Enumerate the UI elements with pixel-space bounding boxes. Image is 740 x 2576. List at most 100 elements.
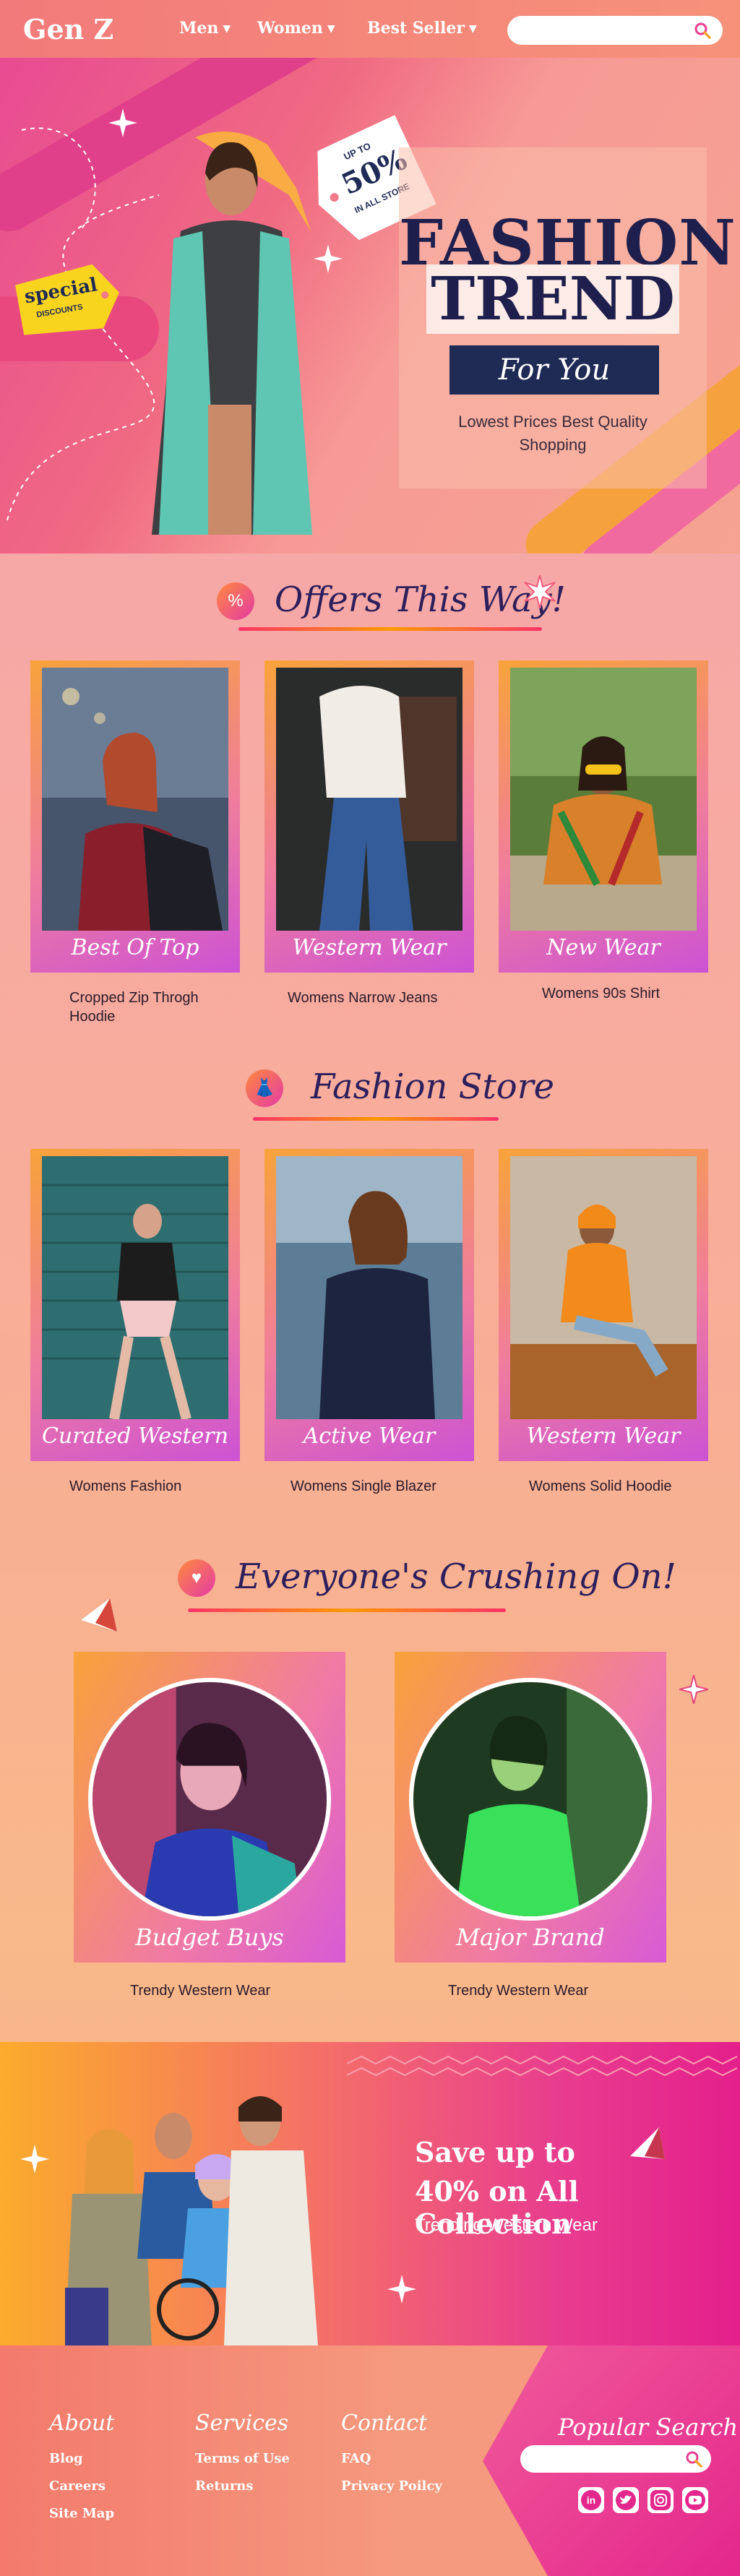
percent-icon: % (217, 582, 254, 620)
store-section-header: 👗 Fashion Store (0, 1067, 740, 1121)
promo-banner: Save up to 40% on All Collection Trendin… (0, 2042, 740, 2345)
search-icon[interactable] (685, 2450, 702, 2468)
search-input[interactable] (519, 22, 685, 39)
card-caption: Cropped Zip Throgh Hoodie (69, 988, 199, 1026)
popular-search-title: Popular Search (558, 2413, 739, 2441)
footer-contact-title: Contact (341, 2411, 428, 2436)
footer-search-bar (520, 2445, 711, 2473)
product-photo (42, 668, 228, 931)
store-card-curated-western[interactable]: Curated Western (30, 1149, 240, 1461)
card-label: Major Brand (456, 1924, 605, 1951)
product-photo (510, 668, 697, 931)
hero-subtitle: Lowest Prices Best Quality Shopping (434, 410, 672, 457)
card-caption: Womens Fashion (69, 1478, 182, 1494)
heart-icon: ♥ (178, 1559, 215, 1597)
footer: About Blog Careers Site Map Services Ter… (0, 2345, 740, 2576)
product-photo (276, 668, 462, 931)
dress-glyph: 👗 (254, 1078, 275, 1098)
nav-item-men[interactable]: Men ▼ (179, 19, 231, 38)
section-underline (238, 627, 542, 631)
nav-label: Men (179, 19, 219, 38)
sparkle-icon (108, 108, 137, 137)
product-photo (92, 1682, 327, 1916)
brand-logo[interactable]: Gen Z (23, 13, 113, 46)
card-caption: Trendy Western Wear (448, 1983, 589, 1999)
crush-card-budget-buys[interactable]: Budget Buys (74, 1652, 345, 1963)
card-caption: Womens Narrow Jeans (288, 990, 438, 1006)
product-photo (42, 1156, 228, 1419)
starburst-icon (524, 575, 556, 608)
chevron-down-icon: ▼ (327, 23, 335, 35)
product-photo (276, 1156, 462, 1419)
instagram-icon[interactable] (648, 2487, 674, 2513)
footer-link-privacy[interactable]: Privacy Poilcy (341, 2478, 442, 2494)
hero-title-line2: TREND (399, 264, 707, 334)
chevron-down-icon: ▼ (469, 23, 477, 35)
card-label: Best Of Top (71, 935, 199, 960)
nav-item-best-seller[interactable]: Best Seller ▼ (367, 19, 477, 38)
heart-glyph: ♥ (191, 1568, 202, 1588)
nav-item-women[interactable]: Women ▼ (257, 19, 335, 38)
hero-model-image (152, 132, 312, 535)
card-label: Active Wear (303, 1423, 436, 1449)
section-underline (253, 1117, 499, 1121)
chevron-down-icon: ▼ (223, 23, 231, 35)
offers-section-header: % Offers This Way! (0, 575, 740, 631)
section-underline (188, 1608, 506, 1612)
youtube-icon[interactable] (682, 2487, 708, 2513)
search-bar (507, 16, 723, 45)
store-card-active-wear[interactable]: Active Wear (264, 1149, 474, 1461)
hero-banner: special DISCOUNTS UP TO 50% IN ALL STORE… (0, 58, 740, 553)
crushing-section-header: ♥ Everyone's Crushing On! (0, 1556, 740, 1612)
twitter-icon[interactable] (613, 2487, 639, 2513)
triangle-decor (630, 2127, 665, 2159)
dress-icon: 👗 (246, 1069, 283, 1107)
promo-group-photo (65, 2096, 318, 2345)
hero-subtitle-line1: Lowest Prices Best Quality (458, 413, 648, 431)
store-card-western-wear[interactable]: Western Wear (499, 1149, 708, 1461)
card-label: Western Wear (292, 935, 447, 960)
nav-label: Best Seller (367, 19, 465, 38)
sparkle-icon (679, 1675, 708, 1704)
caption-line1: Cropped Zip Throgh (69, 990, 199, 1006)
card-caption: Trendy Western Wear (130, 1983, 271, 1999)
svg-text:in: in (587, 2494, 595, 2506)
card-label: New Wear (546, 935, 661, 960)
footer-link-careers[interactable]: Careers (49, 2478, 106, 2494)
product-photo (413, 1682, 648, 1916)
offer-card-best-of-top[interactable]: Best Of Top (30, 660, 240, 973)
footer-link-returns[interactable]: Returns (195, 2478, 254, 2494)
card-label: Western Wear (526, 1423, 681, 1449)
offers-title: Offers This Way! (275, 580, 566, 620)
promo-headline-line1: Save up to (415, 2136, 575, 2168)
top-nav: Gen Z Men ▼ Women ▼ Best Seller ▼ (0, 0, 740, 58)
hero-subtitle-line2: Shopping (519, 436, 587, 454)
linkedin-icon[interactable]: in (578, 2487, 604, 2513)
product-photo (510, 1156, 697, 1419)
card-caption: Womens Solid Hoodie (529, 1478, 672, 1494)
offer-card-western-wear[interactable]: Western Wear (264, 660, 474, 973)
offer-card-new-wear[interactable]: New Wear (499, 660, 708, 973)
hero-title-line2-text: TREND (426, 264, 679, 334)
footer-services-title: Services (195, 2411, 289, 2436)
crush-card-major-brand[interactable]: Major Brand (395, 1652, 666, 1963)
crushing-title: Everyone's Crushing On! (236, 1556, 676, 1597)
footer-link-faq[interactable]: FAQ (341, 2451, 371, 2466)
product-photo-circle (409, 1678, 652, 1921)
search-icon[interactable] (694, 22, 711, 39)
nav-label: Women (257, 19, 323, 38)
store-title: Fashion Store (311, 1067, 555, 1107)
sparkle-icon (387, 2275, 416, 2304)
footer-link-terms[interactable]: Terms of Use (195, 2451, 290, 2466)
card-label: Budget Buys (135, 1924, 284, 1951)
card-caption: Womens 90s Shirt (542, 986, 661, 1001)
caption-line2: Hoodie (69, 1009, 116, 1025)
for-you-button[interactable]: For You (449, 345, 659, 395)
triangle-decor (81, 1598, 117, 1632)
footer-search-input[interactable] (530, 2451, 675, 2467)
footer-link-site-map[interactable]: Site Map (49, 2506, 114, 2521)
footer-link-blog[interactable]: Blog (49, 2451, 83, 2466)
footer-about-title: About (49, 2411, 115, 2436)
promo-subtitle: Trending Western Wear (415, 2215, 598, 2235)
product-photo-circle (88, 1678, 331, 1921)
